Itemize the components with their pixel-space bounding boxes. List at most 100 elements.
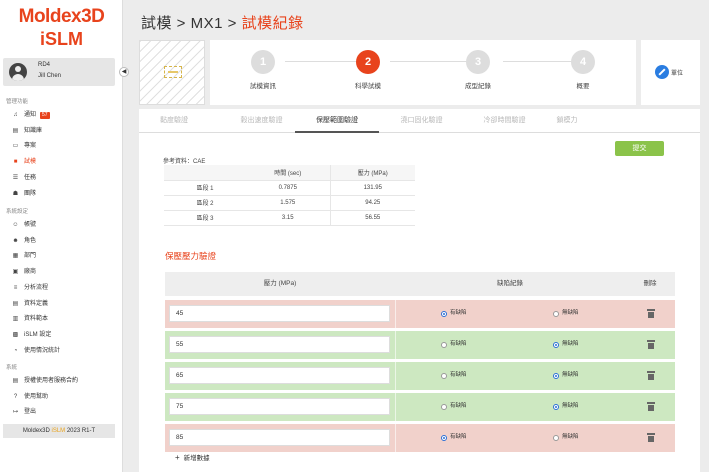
- sidebar-item-label: 團隊: [24, 190, 37, 197]
- trash-icon[interactable]: [647, 433, 655, 442]
- table-row: 75 有缺陷 無缺陷: [165, 393, 675, 421]
- trash-icon[interactable]: [647, 340, 655, 349]
- trash-icon[interactable]: [647, 371, 655, 380]
- radio-defect[interactable]: 有缺陷: [441, 310, 467, 317]
- vendor-icon: ▣: [12, 269, 19, 276]
- radio-no-defect[interactable]: 無缺陷: [553, 403, 579, 410]
- tab-6[interactable]: 鎖模力: [537, 109, 597, 133]
- user-box[interactable]: RD4 Jill Chen: [3, 58, 115, 86]
- help-icon: ?: [13, 393, 18, 400]
- sidebar-item-label: iSLM 設定: [24, 331, 52, 338]
- sidebar-item[interactable]: ☺ 帳號: [12, 220, 117, 231]
- steps-panel: 1 試模資訊 2 科學試模 3 成型紀錄 4 概要: [210, 40, 636, 105]
- radio-no-defect[interactable]: 無缺陷: [553, 372, 579, 379]
- step-label: 科學試模: [355, 83, 381, 90]
- sidebar: Moldex3D iSLM RD4 Jill Chen 管理功能 ♫ 通知 57 ▤ 知…: [0, 0, 123, 472]
- add-data-button[interactable]: + 新增數據: [175, 452, 210, 462]
- sidebar-item-label: 廠商: [24, 269, 37, 276]
- tab-4[interactable]: 澆口固化驗證: [374, 109, 469, 133]
- account-icon: ☺: [12, 222, 19, 228]
- step-4[interactable]: 4 概要: [543, 50, 623, 90]
- step-number: 1: [251, 50, 275, 74]
- sidebar-item[interactable]: ☰ 任務: [12, 173, 117, 184]
- table-row: 區段 1 0.7875 131.95: [164, 180, 415, 196]
- col-pressure: 壓力 (MPa): [263, 280, 297, 287]
- analysis-flow-icon: ≡: [13, 284, 18, 291]
- book-icon: ▤: [12, 127, 19, 134]
- usage-stats-icon: ◔: [13, 347, 18, 354]
- sidebar-item[interactable]: ▦ 部門: [12, 251, 117, 262]
- notification-badge: 57: [40, 112, 50, 119]
- pressure-table-header: 壓力 (MPa) 缺陷紀錄 刪除: [165, 272, 675, 296]
- sidebar-item-label: 任務: [24, 174, 37, 181]
- sidebar-item[interactable]: ↦ 登出: [12, 407, 117, 418]
- sidebar-item[interactable]: ☻ 角色: [12, 236, 117, 247]
- step-label: 成型紀錄: [465, 83, 491, 90]
- sidebar-item-label: 資料範本: [24, 316, 49, 323]
- breadcrumb: 試模 > MX1 > 試模紀錄: [141, 15, 304, 32]
- step-2[interactable]: 2 科學試模: [328, 50, 408, 90]
- license-icon: ▤: [12, 378, 19, 384]
- radio-defect[interactable]: 有缺陷: [441, 372, 467, 379]
- radio-defect[interactable]: 有缺陷: [441, 434, 467, 441]
- reference-cell: 56.55: [329, 210, 415, 226]
- collapse-sidebar-button[interactable]: ◀: [119, 67, 129, 77]
- step-3[interactable]: 3 成型紀錄: [438, 50, 518, 90]
- part-thumbnail: [139, 40, 205, 105]
- sidebar-item[interactable]: ▩ iSLM 設定: [12, 330, 117, 341]
- data-template-icon: ▥: [12, 316, 19, 323]
- trash-icon[interactable]: [647, 309, 655, 318]
- sidebar-item[interactable]: ♫ 通知 57: [12, 110, 117, 121]
- breadcrumb-trial[interactable]: 試模: [141, 15, 172, 32]
- unit-settings[interactable]: 單位: [641, 40, 700, 105]
- radio-defect[interactable]: 有缺陷: [441, 403, 467, 410]
- reference-cell: 94.25: [329, 195, 415, 211]
- submit-button[interactable]: 提交: [615, 141, 664, 156]
- sidebar-item[interactable]: ▤ 資料定義: [12, 299, 117, 310]
- radio-no-defect[interactable]: 無缺陷: [553, 341, 579, 348]
- radio-no-defect[interactable]: 無缺陷: [553, 310, 579, 317]
- breadcrumb-mx1[interactable]: MX1: [191, 15, 223, 32]
- sidebar-item[interactable]: ≡ 分析流程: [12, 283, 117, 294]
- tab-3[interactable]: 保壓範圍驗證: [295, 109, 379, 133]
- pressure-input[interactable]: 55: [169, 336, 390, 353]
- sidebar-item[interactable]: ■ 試模: [12, 157, 117, 168]
- reference-header-cell: [164, 165, 246, 181]
- trash-icon[interactable]: [647, 402, 655, 411]
- pressure-input[interactable]: 75: [169, 398, 390, 415]
- sidebar-item[interactable]: ? 使用幫助: [12, 392, 117, 403]
- sidebar-item[interactable]: ▭ 專案: [12, 141, 117, 152]
- reference-cell: 0.7875: [246, 180, 330, 196]
- user-name: Jill Chen: [38, 73, 62, 79]
- tab-1[interactable]: 黏度驗證: [139, 109, 209, 133]
- folder-icon: ▭: [12, 143, 19, 150]
- sidebar-item[interactable]: ◔ 使用情況統計: [12, 346, 117, 357]
- step-1[interactable]: 1 試模資訊: [223, 50, 303, 90]
- pressure-input[interactable]: 85: [169, 429, 390, 446]
- bell-icon: ♫: [13, 112, 18, 118]
- radio-no-defect[interactable]: 無缺陷: [553, 434, 579, 441]
- pressure-input[interactable]: 45: [169, 305, 390, 322]
- sidebar-item[interactable]: ▥ 資料範本: [12, 314, 117, 325]
- tab-2[interactable]: 穀出速度驗證: [216, 109, 307, 133]
- role-icon: ☻: [12, 237, 19, 244]
- radio-defect[interactable]: 有缺陷: [441, 341, 467, 348]
- reference-header-cell: 時間 (sec): [246, 165, 330, 181]
- unit-settings-label: 單位: [671, 71, 684, 77]
- sidebar-item[interactable]: ☗ 團隊: [12, 189, 117, 200]
- sidebar-item[interactable]: ▤ 知識庫: [12, 126, 117, 137]
- section-manage: 管理功能: [6, 99, 29, 105]
- sidebar-item[interactable]: ▣ 廠商: [12, 267, 117, 278]
- reference-cell: 131.95: [329, 180, 415, 196]
- brand-logo[interactable]: Moldex3D iSLM: [0, 7, 123, 48]
- task-icon: ☰: [12, 174, 19, 181]
- team-icon: ☗: [12, 190, 19, 197]
- sidebar-item-label: 登出: [24, 409, 37, 416]
- reference-cell: 區段 2: [164, 195, 246, 211]
- table-row: 45 有缺陷 無缺陷: [165, 300, 675, 328]
- sidebar-item[interactable]: ▤ 授權使用者服務合約: [12, 376, 117, 387]
- table-row: 85 有缺陷 無缺陷: [165, 424, 675, 452]
- section-system: 系統: [6, 365, 18, 371]
- main-panel: 黏度驗證 穀出速度驗證 保壓範圍驗證 澆口固化驗證 冷卻時間驗證 鎖模力 提交 參考資料：…: [139, 109, 700, 472]
- pressure-input[interactable]: 65: [169, 367, 390, 384]
